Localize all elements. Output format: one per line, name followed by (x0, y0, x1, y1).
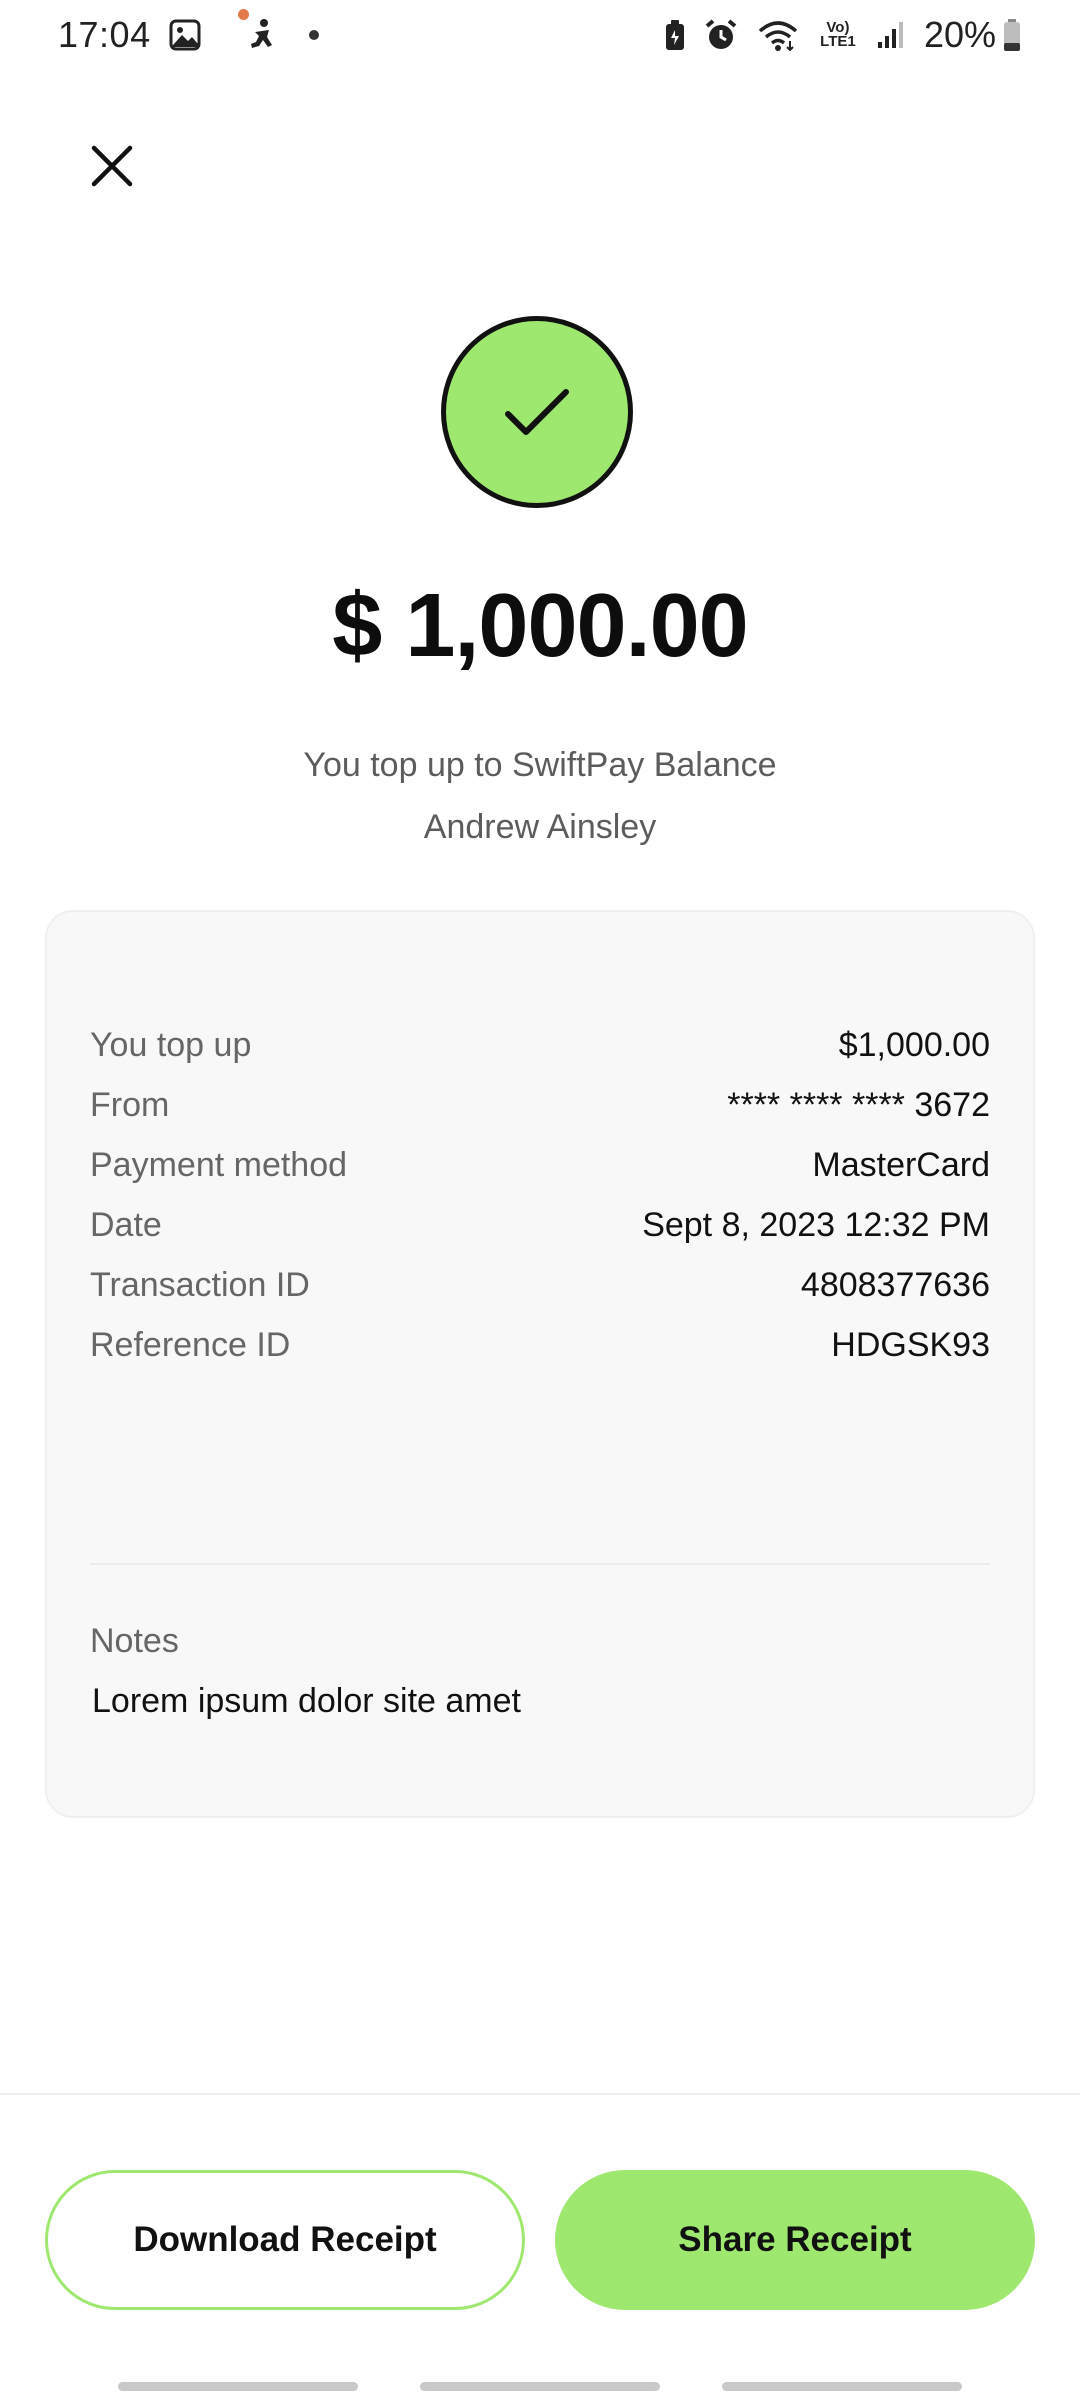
nav-back-handle[interactable] (722, 2382, 962, 2391)
detail-row-topup: You top up $1,000.00 (90, 1020, 990, 1070)
detail-row-date: Date Sept 8, 2023 12:32 PM (90, 1200, 990, 1250)
notification-dot-icon (238, 9, 249, 20)
detail-label: Date (90, 1205, 162, 1244)
volte-icon: Vo) LTE1 (818, 19, 858, 50)
image-icon (169, 19, 201, 51)
detail-label: Reference ID (90, 1325, 291, 1364)
nav-recents-handle[interactable] (118, 2382, 358, 2391)
navigation-bar (0, 2382, 1080, 2392)
detail-label: Payment method (90, 1145, 348, 1184)
notes-label: Notes (90, 1622, 179, 1660)
detail-value: 4808377636 (800, 1265, 990, 1304)
amount-title: $ 1,000.00 (332, 576, 748, 676)
close-button[interactable] (84, 138, 140, 194)
network-label: Vo) LTE1 (820, 19, 856, 50)
battery-icon (1002, 18, 1022, 52)
wifi-icon (756, 19, 800, 51)
status-time: 17:04 (58, 14, 151, 55)
alarm-icon (704, 18, 738, 52)
download-receipt-button[interactable]: Download Receipt (45, 2170, 525, 2310)
detail-value: HDGSK93 (831, 1325, 990, 1364)
detail-row-payment-method: Payment method MasterCard (90, 1140, 990, 1190)
detail-row-transaction-id: Transaction ID 4808377636 (90, 1260, 990, 1310)
transaction-details-card: You top up $1,000.00 From **** **** ****… (45, 910, 1035, 1818)
status-left: 17:04 (58, 14, 319, 56)
accessibility-icon (247, 18, 277, 52)
status-bar: 17:04 Vo) LTE1 20% (0, 0, 1080, 70)
dot-icon (308, 30, 319, 40)
detail-value: Sept 8, 2023 12:32 PM (642, 1205, 990, 1244)
battery-saver-icon (664, 19, 686, 51)
detail-value: $1,000.00 (838, 1025, 990, 1064)
detail-label: Transaction ID (90, 1265, 310, 1304)
notes-value: Lorem ipsum dolor site amet (92, 1682, 521, 1720)
detail-row-from: From **** **** **** 3672 (90, 1080, 990, 1130)
close-icon (91, 145, 133, 187)
detail-label: You top up (90, 1025, 252, 1064)
signal-icon (876, 20, 906, 50)
account-holder-name: Andrew Ainsley (423, 808, 657, 846)
battery-percentage: 20% (923, 14, 996, 55)
status-right: Vo) LTE1 20% (664, 14, 1022, 56)
topup-description: You top up to SwiftPay Balance (303, 746, 777, 784)
bottom-divider (0, 2093, 1080, 2095)
card-divider (90, 1563, 990, 1565)
detail-value: MasterCard (812, 1145, 990, 1184)
detail-row-reference-id: Reference ID HDGSK93 (90, 1320, 990, 1370)
check-icon (505, 389, 569, 435)
nav-home-handle[interactable] (420, 2382, 660, 2391)
success-badge (441, 316, 633, 508)
detail-label: From (90, 1085, 170, 1124)
share-receipt-button[interactable]: Share Receipt (555, 2170, 1035, 2310)
detail-value: **** **** **** 3672 (727, 1085, 990, 1124)
